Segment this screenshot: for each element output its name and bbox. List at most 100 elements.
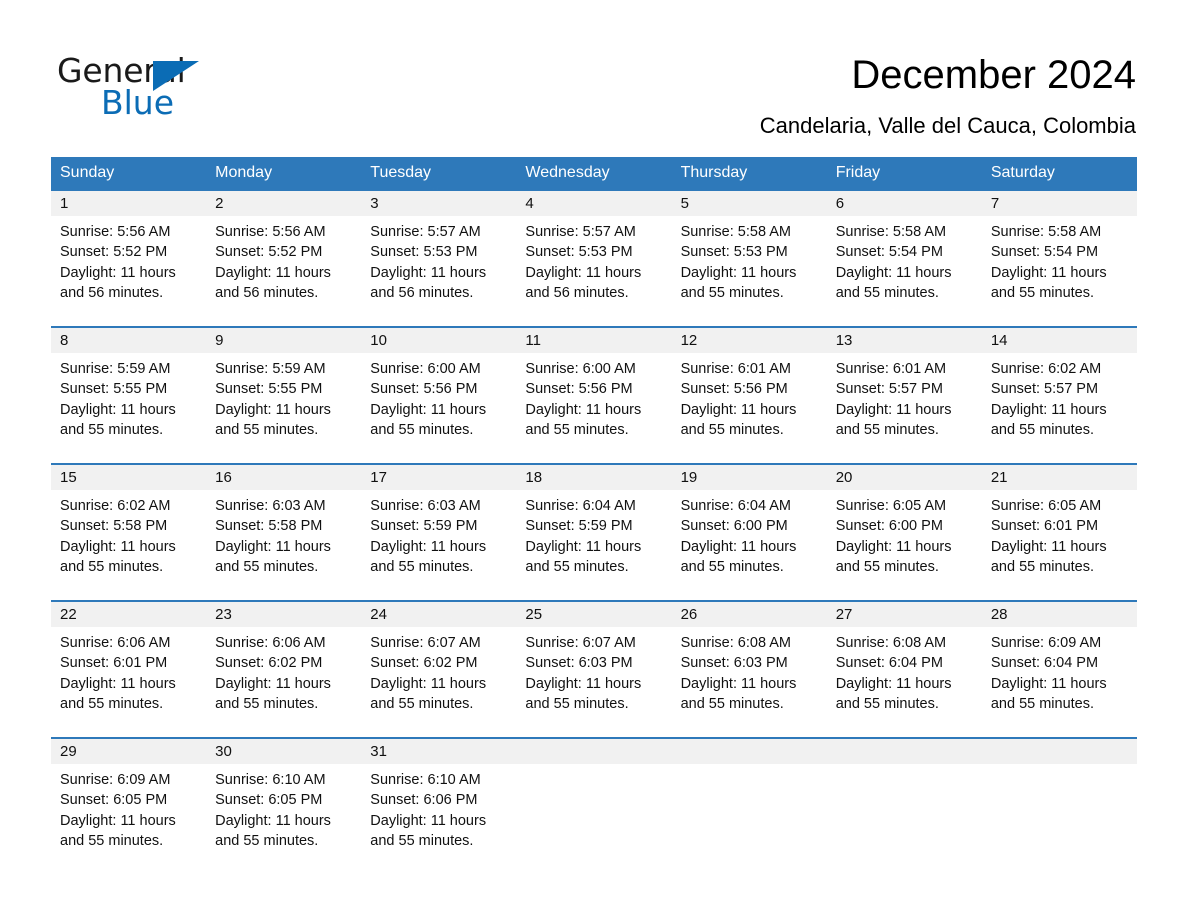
weekday-header-friday: Friday <box>835 164 881 181</box>
sunset-text: Sunset: 6:03 PM <box>680 655 788 672</box>
day-cell[interactable]: Sunrise: 6:02 AM Sunset: 5:58 PM Dayligh… <box>51 490 206 600</box>
day-number[interactable]: 30 <box>206 739 361 764</box>
sunset-text: Sunset: 5:59 PM <box>370 518 478 535</box>
day-cell[interactable]: Sunrise: 5:58 AM Sunset: 5:53 PM Dayligh… <box>672 216 827 326</box>
week-date-number-band: 8 9 10 11 12 13 14 <box>51 328 1137 353</box>
sunset-text: Sunset: 5:58 PM <box>215 518 323 535</box>
day-cell[interactable]: Sunrise: 5:59 AM Sunset: 5:55 PM Dayligh… <box>206 353 361 463</box>
day-number[interactable]: 7 <box>982 191 1137 216</box>
day-number[interactable]: 1 <box>51 191 206 216</box>
day-cell[interactable]: Sunrise: 5:57 AM Sunset: 5:53 PM Dayligh… <box>361 216 516 326</box>
day-number[interactable]: 29 <box>51 739 206 764</box>
sunrise-text: Sunrise: 6:04 AM <box>680 498 791 514</box>
sunrise-text: Sunrise: 6:08 AM <box>680 635 791 651</box>
day-number[interactable]: 14 <box>982 328 1137 353</box>
day-cell[interactable]: Sunrise: 6:07 AM Sunset: 6:02 PM Dayligh… <box>361 627 516 737</box>
day-number[interactable]: 17 <box>361 465 516 490</box>
sunrise-text: Sunrise: 5:58 AM <box>990 224 1102 240</box>
day-cell[interactable]: Sunrise: 6:09 AM Sunset: 6:04 PM Dayligh… <box>982 627 1137 737</box>
daylight-text-line1: Daylight: 11 hours <box>680 264 797 281</box>
day-number[interactable]: 12 <box>672 328 827 353</box>
day-cell[interactable]: Sunrise: 6:04 AM Sunset: 5:59 PM Dayligh… <box>516 490 671 600</box>
day-cell[interactable]: Sunrise: 5:58 AM Sunset: 5:54 PM Dayligh… <box>827 216 982 326</box>
daylight-text-line2: and 56 minutes. <box>215 284 319 301</box>
day-cell[interactable]: Sunrise: 6:08 AM Sunset: 6:04 PM Dayligh… <box>827 627 982 737</box>
day-cell[interactable]: Sunrise: 6:06 AM Sunset: 6:01 PM Dayligh… <box>51 627 206 737</box>
week-date-number-band: 22 23 24 25 26 27 28 <box>51 602 1137 627</box>
day-number[interactable]: 25 <box>516 602 671 627</box>
day-cell[interactable]: Sunrise: 6:04 AM Sunset: 6:00 PM Dayligh… <box>672 490 827 600</box>
day-number[interactable]: 28 <box>982 602 1137 627</box>
day-cell[interactable]: Sunrise: 6:09 AM Sunset: 6:05 PM Dayligh… <box>51 764 206 872</box>
sunset-text: Sunset: 6:02 PM <box>215 655 323 672</box>
sunrise-text: Sunrise: 5:58 AM <box>680 224 791 240</box>
sunset-text: Sunset: 5:55 PM <box>215 381 323 398</box>
daylight-text-line1: Daylight: 11 hours <box>835 538 952 555</box>
day-cell[interactable]: Sunrise: 6:10 AM Sunset: 6:05 PM Dayligh… <box>206 764 361 872</box>
day-number[interactable]: 27 <box>827 602 982 627</box>
daylight-text-line2: and 55 minutes. <box>370 695 474 712</box>
day-cell[interactable]: Sunrise: 5:57 AM Sunset: 5:53 PM Dayligh… <box>516 216 671 326</box>
day-cell[interactable]: Sunrise: 6:05 AM Sunset: 6:01 PM Dayligh… <box>982 490 1137 600</box>
day-cell[interactable]: Sunrise: 6:02 AM Sunset: 5:57 PM Dayligh… <box>982 353 1137 463</box>
day-cell[interactable]: Sunrise: 6:07 AM Sunset: 6:03 PM Dayligh… <box>516 627 671 737</box>
day-cell[interactable]: Sunrise: 6:08 AM Sunset: 6:03 PM Dayligh… <box>672 627 827 737</box>
daylight-text-line1: Daylight: 11 hours <box>60 812 176 829</box>
sunset-text: Sunset: 5:56 PM <box>370 381 478 398</box>
daylight-text-line2: and 55 minutes. <box>525 695 629 712</box>
day-number[interactable]: 8 <box>51 328 206 353</box>
daylight-text-line1: Daylight: 11 hours <box>525 264 642 281</box>
day-number[interactable]: 2 <box>206 191 361 216</box>
day-number[interactable]: 19 <box>672 465 827 490</box>
day-number[interactable]: 9 <box>206 328 361 353</box>
day-number[interactable]: 26 <box>672 602 827 627</box>
day-cell[interactable]: Sunrise: 5:56 AM Sunset: 5:52 PM Dayligh… <box>51 216 206 326</box>
day-cell[interactable]: Sunrise: 6:00 AM Sunset: 5:56 PM Dayligh… <box>361 353 516 463</box>
sunrise-text: Sunrise: 6:07 AM <box>370 635 481 651</box>
day-cell-empty <box>982 764 1137 872</box>
day-number[interactable]: 10 <box>361 328 516 353</box>
day-number[interactable]: 24 <box>361 602 516 627</box>
day-number[interactable]: 31 <box>361 739 516 764</box>
day-number[interactable]: 13 <box>827 328 982 353</box>
day-number[interactable]: 15 <box>51 465 206 490</box>
sunset-text: Sunset: 5:52 PM <box>215 244 323 261</box>
daylight-text-line1: Daylight: 11 hours <box>370 675 487 692</box>
day-cell[interactable]: Sunrise: 6:01 AM Sunset: 5:56 PM Dayligh… <box>672 353 827 463</box>
week-detail-band: Sunrise: 5:56 AM Sunset: 5:52 PM Dayligh… <box>51 216 1137 326</box>
day-cell[interactable]: Sunrise: 5:58 AM Sunset: 5:54 PM Dayligh… <box>982 216 1137 326</box>
day-number[interactable]: 22 <box>51 602 206 627</box>
page-subtitle: Candelaria, Valle del Cauca, Colombia <box>759 113 1136 138</box>
day-cell[interactable]: Sunrise: 5:59 AM Sunset: 5:55 PM Dayligh… <box>51 353 206 463</box>
day-cell[interactable]: Sunrise: 6:10 AM Sunset: 6:06 PM Dayligh… <box>361 764 516 872</box>
daylight-text-line2: and 55 minutes. <box>215 421 319 438</box>
day-number[interactable]: 5 <box>672 191 827 216</box>
daylight-text-line1: Daylight: 11 hours <box>370 264 487 281</box>
day-number[interactable]: 18 <box>516 465 671 490</box>
day-number[interactable]: 11 <box>516 328 671 353</box>
daylight-text-line2: and 55 minutes. <box>990 695 1095 712</box>
calendar-week-row: 29 30 31 Sunrise: 6:09 AM Sunset: 6:05 P… <box>51 737 1137 872</box>
sunrise-text: Sunrise: 6:05 AM <box>835 498 947 514</box>
day-number[interactable]: 16 <box>206 465 361 490</box>
day-cell-empty <box>827 764 982 872</box>
sunset-text: Sunset: 6:00 PM <box>835 518 943 535</box>
day-cell[interactable]: Sunrise: 6:00 AM Sunset: 5:56 PM Dayligh… <box>516 353 671 463</box>
daylight-text-line1: Daylight: 11 hours <box>990 675 1107 692</box>
day-number[interactable]: 6 <box>827 191 982 216</box>
day-cell[interactable]: Sunrise: 6:01 AM Sunset: 5:57 PM Dayligh… <box>827 353 982 463</box>
day-number[interactable]: 21 <box>982 465 1137 490</box>
day-cell[interactable]: Sunrise: 5:56 AM Sunset: 5:52 PM Dayligh… <box>206 216 361 326</box>
day-number[interactable]: 23 <box>206 602 361 627</box>
day-cell[interactable]: Sunrise: 6:06 AM Sunset: 6:02 PM Dayligh… <box>206 627 361 737</box>
day-number[interactable]: 3 <box>361 191 516 216</box>
daylight-text-line2: and 55 minutes. <box>680 421 784 438</box>
day-cell[interactable]: Sunrise: 6:03 AM Sunset: 5:58 PM Dayligh… <box>206 490 361 600</box>
day-cell[interactable]: Sunrise: 6:05 AM Sunset: 6:00 PM Dayligh… <box>827 490 982 600</box>
daylight-text-line2: and 55 minutes. <box>60 421 164 438</box>
day-cell[interactable]: Sunrise: 6:03 AM Sunset: 5:59 PM Dayligh… <box>361 490 516 600</box>
sunrise-text: Sunrise: 6:01 AM <box>680 361 791 377</box>
day-number[interactable]: 20 <box>827 465 982 490</box>
day-number[interactable]: 4 <box>516 191 671 216</box>
daylight-text-line2: and 55 minutes. <box>370 421 474 438</box>
